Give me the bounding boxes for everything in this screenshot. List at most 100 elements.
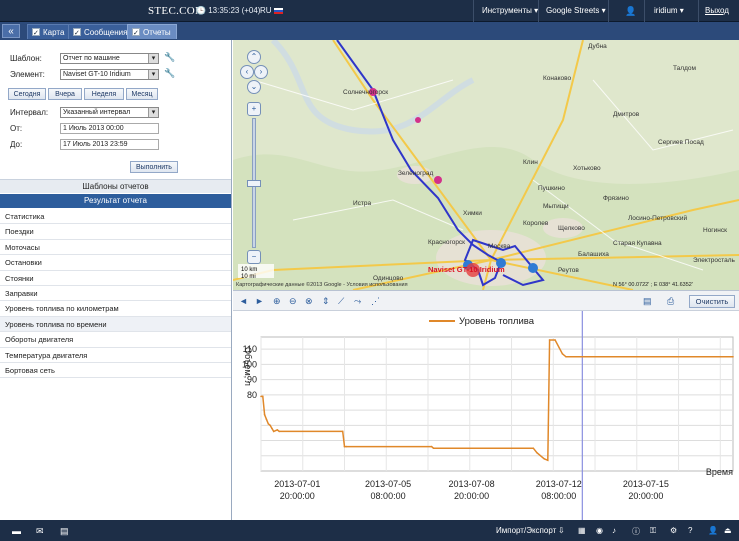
legend-label: Уровень топлива bbox=[459, 316, 535, 327]
messages-icon[interactable]: ✉ bbox=[36, 526, 44, 537]
tab-label: Карта bbox=[43, 28, 65, 37]
report-item-engine-temp[interactable]: Температура двигателя bbox=[0, 348, 231, 363]
data-point bbox=[341, 430, 344, 433]
interval-select[interactable]: Указанный интервал bbox=[60, 107, 159, 118]
zoom-out-icon[interactable]: ⊖ bbox=[289, 296, 297, 307]
chart-icon[interactable]: ⟋ bbox=[338, 296, 344, 307]
wrench-icon[interactable]: 🔧 bbox=[164, 52, 175, 63]
language-selector[interactable]: RU bbox=[260, 6, 283, 15]
pan-down-icon[interactable]: ⌄ bbox=[247, 80, 261, 94]
month-button[interactable]: Месяц bbox=[126, 88, 158, 100]
report-item-fuel-by-time[interactable]: Уровень топлива по времени bbox=[0, 316, 231, 333]
report-item-fillings[interactable]: Заправки bbox=[0, 286, 231, 302]
report-templates-header[interactable]: Шаблоны отчетов bbox=[0, 179, 231, 193]
panel-icon[interactable]: ▤ bbox=[60, 526, 69, 537]
map-label: Одинцово bbox=[373, 275, 404, 282]
report-item-trips[interactable]: Поездки bbox=[0, 224, 231, 240]
user-icon[interactable]: 👤 bbox=[708, 526, 718, 535]
yesterday-button[interactable]: Вчера bbox=[48, 88, 82, 100]
from-date-input[interactable]: 1 Июль 2013 00:00 bbox=[60, 123, 159, 134]
scroll-right-icon[interactable]: ► bbox=[255, 296, 264, 306]
user-menu[interactable]: iridium ▾ bbox=[654, 6, 684, 15]
print-icon[interactable]: ⎙ bbox=[667, 296, 674, 307]
checkbox-icon[interactable] bbox=[132, 26, 140, 41]
top-bar: STEC.COM 🕒 13:35:23 (+04) RU Инструменты… bbox=[0, 0, 739, 22]
map-label: Красногорск bbox=[428, 239, 465, 246]
zoom-out-icon[interactable]: − bbox=[247, 250, 261, 264]
language-code: RU bbox=[260, 6, 272, 15]
data-point bbox=[260, 395, 262, 398]
to-date-input[interactable]: 17 Июль 2013 23:59 bbox=[60, 139, 159, 150]
map-provider-menu[interactable]: Google Streets ▾ bbox=[546, 6, 606, 15]
settings-icon[interactable]: ⚙ bbox=[670, 526, 677, 535]
lock-icon[interactable]: ⚿ bbox=[650, 526, 656, 536]
tab-messages[interactable]: Сообщения bbox=[68, 24, 134, 41]
zoom-slider-handle[interactable] bbox=[247, 180, 261, 187]
chart-toolbar: ◄ ► ⊕ ⊖ ⊗ ⇕ ⟋ ⤳ ⋰ ▤ ⎙ Очистить bbox=[233, 290, 739, 311]
report-item-onboard-power[interactable]: Бортовая сеть bbox=[0, 363, 231, 379]
tab-map[interactable]: Карта bbox=[27, 24, 71, 41]
scroll-left-icon[interactable]: ◄ bbox=[239, 296, 248, 306]
logout-icon[interactable]: ⏏ bbox=[724, 526, 732, 535]
clear-button[interactable]: Очистить bbox=[689, 295, 735, 308]
tab-label: Сообщения bbox=[84, 28, 128, 37]
map-label: Щелково bbox=[558, 225, 585, 232]
cursor-icon[interactable]: ⇕ bbox=[322, 296, 330, 307]
tab-reports[interactable]: Отчеты bbox=[127, 24, 177, 41]
report-item-statistics[interactable]: Статистика bbox=[0, 209, 231, 225]
checkbox-icon[interactable] bbox=[73, 26, 81, 41]
grid-icon[interactable]: ▦ bbox=[578, 526, 586, 535]
divider bbox=[698, 0, 699, 22]
pan-up-icon[interactable]: ⌃ bbox=[247, 50, 261, 64]
units-icon[interactable]: ▬ bbox=[12, 526, 21, 536]
report-item-parkings[interactable]: Стоянки bbox=[0, 271, 231, 286]
zoom-in-icon[interactable]: + bbox=[247, 102, 261, 116]
pan-right-icon[interactable]: › bbox=[254, 65, 268, 79]
chart-points-icon[interactable]: ⤳ bbox=[354, 296, 361, 307]
report-item-stops[interactable]: Остановки bbox=[0, 255, 231, 271]
execute-button[interactable]: Выполнить bbox=[130, 161, 178, 173]
to-label: До: bbox=[10, 140, 23, 149]
map-label: Пушкино bbox=[538, 185, 565, 192]
report-item-engine-rpm[interactable]: Обороты двигателя bbox=[0, 332, 231, 348]
report-item-fuel-by-km[interactable]: Уровень топлива по километрам bbox=[0, 301, 231, 317]
collapse-panel-button[interactable]: « bbox=[2, 24, 20, 38]
data-point bbox=[430, 445, 433, 448]
info-icon[interactable]: ⓘ bbox=[632, 526, 640, 537]
map-label: Москва bbox=[488, 243, 511, 250]
checkbox-icon[interactable] bbox=[32, 26, 40, 41]
sound-icon[interactable]: ♪ bbox=[612, 526, 616, 535]
zoom-reset-icon[interactable]: ⊗ bbox=[305, 296, 313, 307]
today-button[interactable]: Сегодня bbox=[8, 88, 46, 100]
wrench-icon[interactable]: 🔧 bbox=[164, 68, 175, 79]
map-label: Электросталь bbox=[693, 257, 736, 264]
import-export-link[interactable]: Импорт/Экспорт bbox=[496, 526, 556, 535]
pan-left-icon[interactable]: ‹ bbox=[240, 65, 254, 79]
status-icon[interactable]: ◉ bbox=[596, 526, 603, 535]
help-icon[interactable]: ? bbox=[688, 526, 692, 535]
map-label: Фрязино bbox=[603, 195, 629, 202]
export-icon[interactable]: ⇩ bbox=[558, 526, 565, 535]
map-label: Лосино-Петровский bbox=[628, 214, 688, 222]
user-settings-icon[interactable]: 👤 bbox=[625, 6, 636, 17]
week-button[interactable]: Неделя bbox=[84, 88, 124, 100]
map-view[interactable]: Дубна Талдом Конаково Дмитров Сергиев По… bbox=[233, 40, 739, 290]
template-select[interactable]: Отчет по машине bbox=[60, 53, 159, 64]
report-item-engine-hours[interactable]: Моточасы bbox=[0, 240, 231, 256]
tools-menu[interactable]: Инструменты ▾ bbox=[482, 6, 538, 15]
clock-text: 13:35:23 (+04) bbox=[208, 6, 261, 15]
map-canvas[interactable]: Дубна Талдом Конаково Дмитров Сергиев По… bbox=[233, 40, 739, 290]
data-point bbox=[345, 445, 348, 448]
zoom-in-icon[interactable]: ⊕ bbox=[273, 296, 281, 307]
export-icon[interactable]: ▤ bbox=[643, 296, 652, 307]
report-result-header[interactable]: Результат отчета bbox=[0, 194, 231, 208]
chart-settings-icon[interactable]: ⋰ bbox=[371, 296, 380, 307]
data-point bbox=[561, 353, 564, 355]
map-copyright: Картографические данные ©2013 Google - У… bbox=[236, 281, 408, 288]
data-point bbox=[271, 427, 273, 430]
element-select[interactable]: Naviset GT-10 Iridium bbox=[60, 69, 159, 80]
data-point bbox=[532, 447, 535, 449]
x-tick-date: 2013-07-05 bbox=[365, 479, 411, 489]
map-label: Хотьково bbox=[573, 165, 601, 172]
logout-link[interactable]: Выход bbox=[705, 6, 729, 15]
